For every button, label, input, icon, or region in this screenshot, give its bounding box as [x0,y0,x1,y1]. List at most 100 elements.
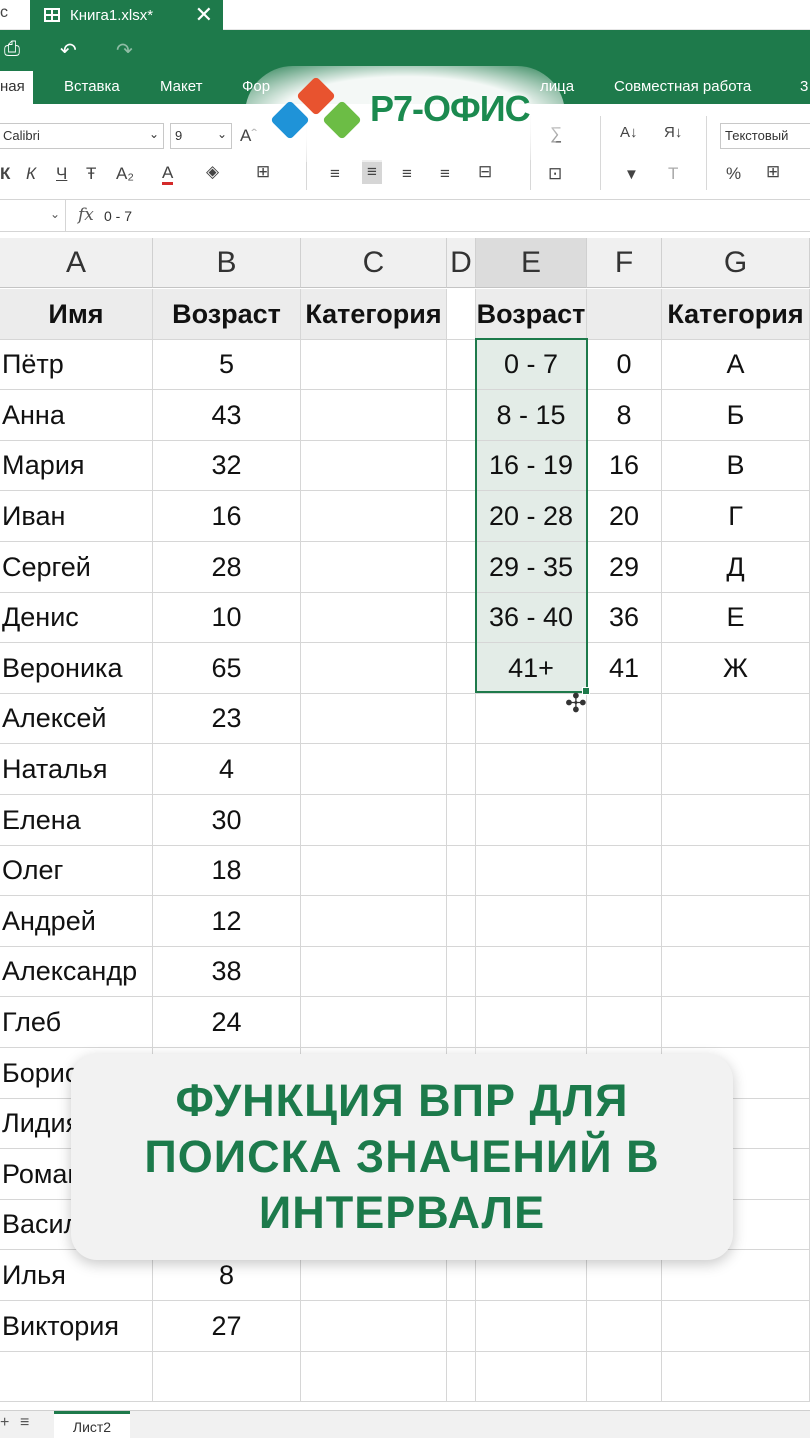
print-icon[interactable]: ⎙ [4,38,20,61]
grid-cell[interactable] [662,947,810,997]
category-code-cell[interactable]: Ж [662,643,810,694]
clear-filter-button[interactable]: T [668,164,678,184]
grid-cell[interactable] [476,1352,587,1402]
grid-cell[interactable] [587,947,662,997]
name-cell[interactable]: Мария [0,441,153,491]
tab-more[interactable]: 3 [800,78,808,95]
column-header-c[interactable]: C [301,238,447,288]
font-name-select[interactable]: Calibri ⌄ [0,123,164,149]
age-cell[interactable]: 32 [153,441,301,491]
grid-cell[interactable] [587,694,662,744]
category-code-cell[interactable]: А [662,340,810,390]
grid-cell[interactable] [447,694,476,744]
age-cell[interactable]: 12 [153,896,301,947]
table1-header-cell[interactable]: Имя [0,289,153,340]
name-cell[interactable]: Алексей [0,694,153,744]
category-cell[interactable] [301,643,447,694]
age-cell[interactable]: 65 [153,643,301,694]
bold-button[interactable]: К [0,164,10,184]
table2-header-cell[interactable]: Возраст [476,289,587,340]
age-cell[interactable]: 24 [153,997,301,1048]
add-sheet-icon[interactable]: + [0,1414,9,1432]
grid-cell[interactable] [447,542,476,593]
grid-cell[interactable] [587,846,662,896]
font-color-button[interactable]: A [162,164,174,185]
age-cell[interactable]: 16 [153,491,301,542]
grid-cell[interactable] [447,593,476,643]
grid-cell[interactable] [447,795,476,846]
justify-icon[interactable]: ≡ [440,164,450,184]
align-left-icon[interactable]: ≡ [330,164,340,184]
filter-button[interactable]: ▼ [624,166,639,183]
fx-icon[interactable]: fx [78,205,94,225]
merge-cells-icon[interactable]: ⊟ [478,162,492,182]
column-header-d[interactable]: D [447,238,476,288]
sheet-list-icon[interactable]: ≡ [20,1414,29,1432]
undo-icon[interactable]: ↶ [60,38,77,63]
category-cell[interactable] [301,1301,447,1352]
align-center-icon[interactable]: ≡ [362,160,382,184]
currency-format-icon[interactable]: ⊞ [766,162,780,182]
lower-bound-cell[interactable]: 41 [587,643,662,694]
grid-cell[interactable] [447,947,476,997]
age-cell[interactable]: 38 [153,947,301,997]
category-code-cell[interactable]: В [662,441,810,491]
grid-cell[interactable] [301,1352,447,1402]
borders-icon[interactable]: ⊞ [256,162,270,182]
sheet-tab-active[interactable]: Лист2 [54,1411,130,1438]
category-cell[interactable] [301,997,447,1048]
name-cell[interactable]: Вероника [0,643,153,694]
sort-ascending-button[interactable]: А↓ [620,124,638,141]
fill-color-icon[interactable]: ◈ [206,162,219,182]
grid-cell[interactable] [447,744,476,795]
number-format-select[interactable]: Текстовый [720,123,810,149]
grid-cell[interactable] [447,1352,476,1402]
lower-bound-cell[interactable]: 0 [587,340,662,390]
age-cell[interactable]: 18 [153,846,301,896]
document-tab[interactable]: Книга1.xlsx* ✕ [30,0,223,30]
age-cell[interactable]: 43 [153,390,301,441]
table1-header-cell[interactable]: Возраст [153,289,301,340]
grid-cell[interactable] [447,1301,476,1352]
table2-header-cell[interactable]: Категория [662,289,810,340]
age-cell[interactable]: 23 [153,694,301,744]
age-cell[interactable]: 28 [153,542,301,593]
name-cell[interactable]: Денис [0,593,153,643]
lower-bound-cell[interactable]: 36 [587,593,662,643]
column-header-g[interactable]: G [662,238,810,288]
lower-bound-cell[interactable]: 29 [587,542,662,593]
age-cell[interactable]: 5 [153,340,301,390]
name-cell[interactable]: Сергей [0,542,153,593]
name-cell[interactable]: Александр [0,947,153,997]
strikethrough-button[interactable]: Ŧ [86,164,96,184]
name-cell[interactable]: Глеб [0,997,153,1048]
redo-icon[interactable]: ↷ [116,38,133,63]
tab-home[interactable]: ная [0,71,33,104]
grid-cell[interactable] [476,997,587,1048]
age-cell[interactable]: 30 [153,795,301,846]
category-cell[interactable] [301,896,447,947]
category-cell[interactable] [301,491,447,542]
age-cell[interactable]: 27 [153,1301,301,1352]
lower-bound-cell[interactable]: 20 [587,491,662,542]
name-cell[interactable]: Олег [0,846,153,896]
category-cell[interactable] [301,390,447,441]
grid-cell[interactable] [662,1352,810,1402]
grid-cell[interactable] [447,491,476,542]
table1-header-cell[interactable]: Категория [301,289,447,340]
tab-collaboration[interactable]: Совместная работа [614,78,751,95]
column-header-a[interactable]: A [0,238,153,288]
percent-button[interactable]: % [726,164,741,184]
grid-cell[interactable] [587,1352,662,1402]
grid-cell[interactable] [587,896,662,947]
close-tab-icon[interactable]: ✕ [195,2,213,28]
column-header-b[interactable]: B [153,238,301,288]
grid-cell[interactable] [447,441,476,491]
column-header-e[interactable]: E [476,238,587,288]
grid-cell[interactable] [476,1301,587,1352]
formula-input[interactable]: 0 - 7 [104,208,132,224]
underline-button[interactable]: Ч [56,164,67,184]
grid-cell[interactable] [476,947,587,997]
category-code-cell[interactable]: Г [662,491,810,542]
grid-cell[interactable] [476,896,587,947]
